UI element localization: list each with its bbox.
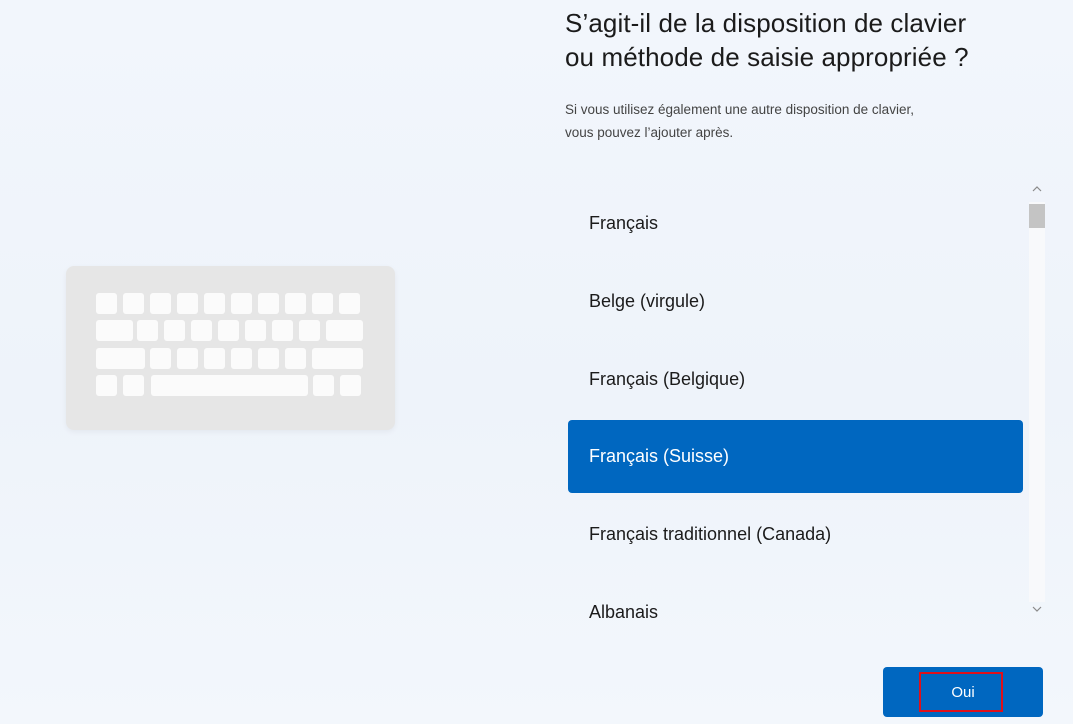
oui-button[interactable]: Oui xyxy=(883,667,1043,717)
keyboard-key xyxy=(177,348,198,369)
keyboard-key xyxy=(312,348,363,369)
page-description: Si vous utilisez également une autre dis… xyxy=(565,98,1035,144)
keyboard-key xyxy=(204,293,225,314)
keyboard-key xyxy=(339,293,360,314)
keyboard-key xyxy=(285,293,306,314)
keyboard-key xyxy=(177,293,198,314)
keyboard-key xyxy=(204,348,225,369)
page-title-line-2: ou méthode de saisie appropriée ? xyxy=(565,42,969,72)
page-title: S’agit-il de la disposition de clavier o… xyxy=(565,6,1055,74)
list-item-francais[interactable]: Français xyxy=(568,187,1023,260)
keyboard-key xyxy=(245,320,266,341)
scrollbar-thumb[interactable] xyxy=(1029,204,1045,228)
keyboard-icon xyxy=(66,266,395,430)
keyboard-key xyxy=(231,293,252,314)
keyboard-key xyxy=(123,375,144,396)
keyboard-key xyxy=(96,293,117,314)
list-scrollbar[interactable] xyxy=(1027,180,1047,624)
keyboard-key xyxy=(258,348,279,369)
keyboard-key xyxy=(96,320,133,341)
keyboard-key xyxy=(96,375,117,396)
list-item-francais-traditionnel-canada[interactable]: Français traditionnel (Canada) xyxy=(568,498,1023,571)
keyboard-key xyxy=(340,375,361,396)
keyboard-key xyxy=(191,320,212,341)
keyboard-layout-list[interactable]: Français Belge (virgule) Français (Belgi… xyxy=(568,187,1023,642)
keyboard-key xyxy=(137,320,158,341)
keyboard-key xyxy=(150,348,171,369)
list-item-francais-suisse-selected[interactable]: Français (Suisse) xyxy=(568,420,1023,493)
keyboard-key xyxy=(218,320,239,341)
keyboard-key xyxy=(299,320,320,341)
list-item-albanais[interactable]: Albanais xyxy=(568,576,1023,642)
keyboard-key xyxy=(123,293,144,314)
scrollbar-track[interactable] xyxy=(1029,202,1045,602)
list-item-francais-belgique[interactable]: Français (Belgique) xyxy=(568,343,1023,416)
page-title-line-1: S’agit-il de la disposition de clavier xyxy=(565,8,967,38)
keyboard-key xyxy=(313,375,334,396)
keyboard-key xyxy=(150,293,171,314)
keyboard-key xyxy=(326,320,363,341)
chevron-up-icon[interactable] xyxy=(1027,182,1047,200)
keyboard-key xyxy=(96,348,145,369)
keyboard-key xyxy=(312,293,333,314)
chevron-down-icon[interactable] xyxy=(1027,602,1047,620)
keyboard-key xyxy=(258,293,279,314)
keyboard-key xyxy=(164,320,185,341)
description-line-2: vous pouvez l’ajouter après. xyxy=(565,125,734,140)
keyboard-key xyxy=(285,348,306,369)
keyboard-key xyxy=(231,348,252,369)
description-line-1: Si vous utilisez également une autre dis… xyxy=(565,102,914,117)
list-item-belge-virgule[interactable]: Belge (virgule) xyxy=(568,265,1023,338)
keyboard-key xyxy=(272,320,293,341)
spacebar-key xyxy=(151,375,308,396)
